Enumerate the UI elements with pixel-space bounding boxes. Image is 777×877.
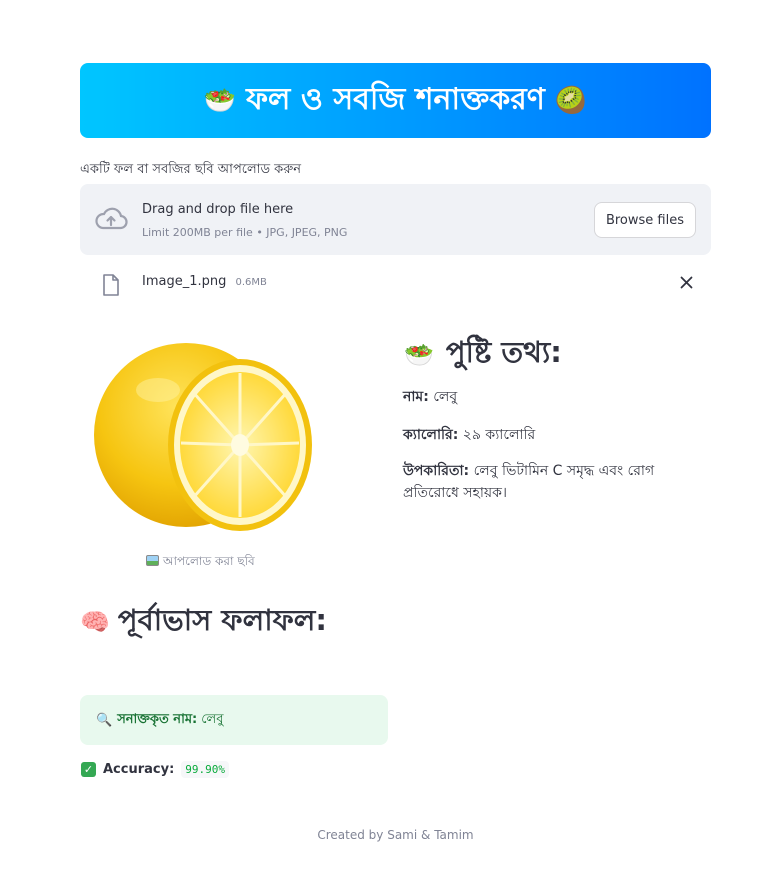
nutrition-heading-text: পুষ্টি তথ্য: <box>445 335 562 369</box>
prediction-result-box: 🔍 সনাক্তকৃত নাম: লেবু <box>80 695 388 745</box>
salad-icon: 🥗 <box>404 340 434 369</box>
calorie-label: ক্যালোরি: <box>403 427 459 443</box>
picture-icon <box>146 555 159 566</box>
kiwi-icon: 🥝 <box>554 85 588 116</box>
uploaded-lemon-image <box>94 343 312 531</box>
prediction-heading: 🧠 পূর্বাভাস ফলাফল: <box>80 600 380 642</box>
app-title: ফল ও সবজি শনাক্তকরণ <box>246 82 545 117</box>
nutrition-name: নাম: লেবু <box>403 386 457 408</box>
calorie-value: ২৯ ক্যালোরি <box>462 427 536 443</box>
cloud-upload-icon <box>95 207 128 230</box>
salad-icon: 🥗 <box>203 85 237 116</box>
name-label: নাম: <box>403 389 429 405</box>
name-value: লেবু <box>433 389 458 405</box>
file-size: 0.6MB <box>235 277 267 288</box>
file-name: Image_1.png 0.6MB <box>142 274 267 289</box>
file-name-text: Image_1.png <box>142 274 227 289</box>
benefit-label: উপকারিতা: <box>403 463 470 479</box>
nutrition-calories: ক্যালোরি: ২৯ ক্যালোরি <box>403 424 535 446</box>
check-icon: ✓ <box>81 762 96 777</box>
file-dropzone[interactable]: Drag and drop file here Limit 200MB per … <box>80 184 711 255</box>
prediction-heading-text: পূর্বাভাস ফলাফল: <box>117 603 328 637</box>
file-icon <box>103 274 119 296</box>
upload-label: একটি ফল বা সবজির ছবি আপলোড করুন <box>80 162 301 177</box>
image-caption-text: আপলোড করা ছবি <box>163 554 255 568</box>
footer-credit: Created by Sami & Tamim <box>317 828 474 842</box>
accuracy-label: Accuracy: <box>103 762 175 777</box>
brain-icon: 🧠 <box>80 608 110 636</box>
dropzone-limit: Limit 200MB per file • JPG, JPEG, PNG <box>142 226 348 239</box>
browse-files-button[interactable]: Browse files <box>593 202 696 238</box>
magnifier-icon: 🔍 <box>96 712 113 728</box>
image-caption: আপলোড করা ছবি <box>146 553 255 573</box>
result-value: লেবু <box>201 711 224 727</box>
uploaded-file-row: Image_1.png 0.6MB <box>80 268 711 300</box>
close-icon[interactable] <box>680 276 693 289</box>
accuracy-value: 99.90% <box>181 761 230 778</box>
nutrition-benefit: উপকারিতা: লেবু ভিটামিন C সমৃদ্ধ এবং রোগ … <box>403 460 703 504</box>
accuracy-row: ✓ Accuracy: 99.90% <box>81 761 230 778</box>
nutrition-heading: 🥗 পুষ্টি তথ্য: <box>404 330 562 379</box>
title-banner: 🥗 ফল ও সবজি শনাক্তকরণ 🥝 <box>80 63 711 138</box>
result-label: সনাক্তকৃত নাম: <box>117 711 198 727</box>
dropzone-title: Drag and drop file here <box>142 202 294 217</box>
